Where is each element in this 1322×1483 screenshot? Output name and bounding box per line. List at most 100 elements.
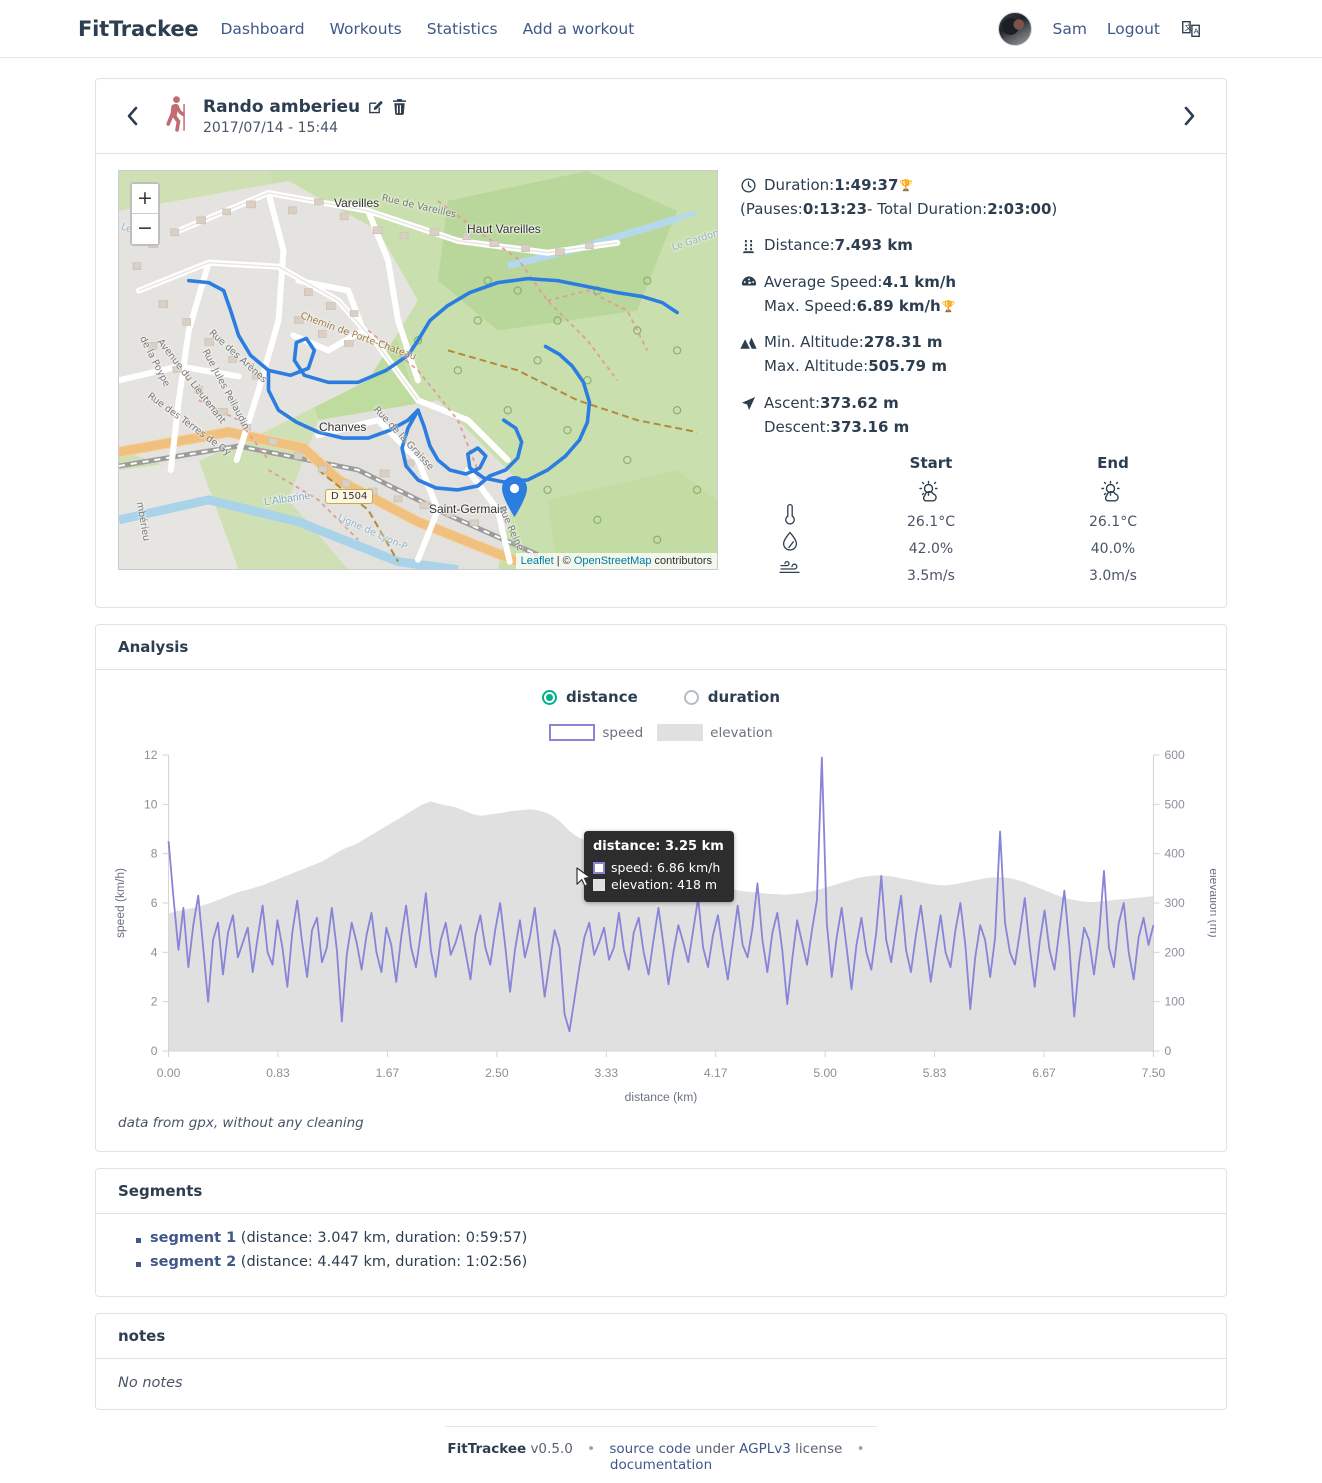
weather-end-wind: 3.0m/s: [1089, 567, 1137, 584]
sun-behind-cloud-icon-end: [1022, 476, 1204, 508]
svg-text:200: 200: [1165, 946, 1185, 960]
footer-version: v0.5.0: [526, 1441, 573, 1458]
page-content: Rando amberieu 2017/07/14 - 15:44 + − Va…: [0, 58, 1322, 1483]
legend-swatch-speed: [549, 724, 596, 742]
average-speed-label: Average Speed:: [764, 273, 883, 292]
workout-statistics: Duration: 1:49:37 🏆 (Pauses: 0:13:23 - T…: [718, 170, 1204, 589]
chart-plot-area[interactable]: 0 2 4 6 8 10 12 0 100 200 300 400 500 600 0.00 0.83 1.67…: [106, 747, 1216, 1107]
nav-link-workouts[interactable]: Workouts: [330, 20, 402, 38]
notes-header: notes: [96, 1314, 1226, 1360]
duration-label: Duration:: [764, 176, 835, 194]
nav-link-statistics[interactable]: Statistics: [427, 20, 498, 38]
top-navbar: FitTrackee Dashboard Workouts Statistics…: [0, 0, 1322, 58]
duration-row: Duration: 1:49:37 🏆: [740, 174, 1204, 198]
radio-duration-input[interactable]: [683, 689, 699, 705]
min-altitude-row: Min. Altitude: 278.31 m: [740, 331, 1204, 355]
total-duration-value: 2:03:00: [987, 199, 1052, 218]
list-item: segment 1 (distance: 3.047 km, duration:…: [136, 1230, 1204, 1246]
leaflet-link[interactable]: Leaflet: [521, 555, 554, 567]
workout-header: Rando amberieu 2017/07/14 - 15:44: [96, 79, 1226, 154]
footer-license-link[interactable]: AGPLv3: [739, 1441, 791, 1457]
workout-body: + − Vareilles Haut Vareilles Source du G…: [96, 154, 1226, 607]
svg-text:6: 6: [151, 896, 158, 910]
app-brand[interactable]: FitTrackee: [78, 17, 199, 41]
logout-link[interactable]: Logout: [1107, 20, 1160, 38]
nav-link-add-workout[interactable]: Add a workout: [523, 20, 635, 38]
weather-icon-column: [740, 452, 840, 589]
svg-text:5.00: 5.00: [813, 1066, 837, 1080]
navigation-arrow-icon: [740, 396, 757, 411]
workout-map[interactable]: + − Vareilles Haut Vareilles Source du G…: [118, 170, 718, 570]
total-duration-label: - Total Duration:: [867, 199, 988, 218]
svg-text:distance (km): distance (km): [625, 1090, 698, 1104]
osm-link[interactable]: OpenStreetMap: [574, 555, 652, 567]
trash-icon[interactable]: [392, 98, 407, 115]
segment-detail-2: (distance: 4.447 km, duration: 1:02:56): [236, 1254, 528, 1271]
chart-svg: 0 2 4 6 8 10 12 0 100 200 300 400 500 600 0.00 0.83 1.67…: [113, 748, 1216, 1104]
page-footer: FitTrackee v0.5.0 • source code under AG…: [445, 1426, 877, 1483]
analysis-card: Analysis distance duration speed elevati…: [95, 624, 1227, 1153]
legend-item-speed[interactable]: speed: [549, 724, 643, 742]
max-altitude-value: 505.79 m: [868, 357, 947, 376]
thermometer-icon: [740, 500, 840, 527]
svg-text:2: 2: [151, 995, 158, 1009]
radio-distance-input[interactable]: [541, 689, 557, 705]
analysis-header: Analysis: [96, 625, 1226, 671]
pauses-label: (Pauses:: [740, 199, 803, 218]
map-zoom-out-button[interactable]: −: [132, 214, 158, 244]
footer-source-code-link[interactable]: source code: [609, 1441, 691, 1457]
edit-icon[interactable]: [368, 99, 384, 115]
segments-header: Segments: [96, 1169, 1226, 1215]
weather-end-header: End: [1097, 454, 1129, 473]
legend-swatch-elevation: [657, 724, 704, 742]
mountains-icon: [740, 337, 757, 350]
footer-documentation-link[interactable]: documentation: [610, 1457, 712, 1473]
username-link[interactable]: Sam: [1052, 20, 1086, 38]
workout-title-block: Rando amberieu 2017/07/14 - 15:44: [203, 97, 407, 136]
previous-workout-button[interactable]: [118, 106, 147, 126]
tooltip-speed-row: speed: 6.86 km/h: [593, 859, 724, 877]
segment-link-2[interactable]: segment 2: [150, 1254, 236, 1270]
tooltip-elevation-value: elevation: 418 m: [611, 877, 718, 893]
next-workout-button[interactable]: [1175, 106, 1204, 126]
language-icon[interactable]: 文 A: [1180, 18, 1202, 40]
water-drop-icon: [740, 527, 840, 554]
pauses-row: (Pauses: 0:13:23 - Total Duration: 2:03:…: [740, 198, 1204, 222]
weather-end-temperature: 26.1°C: [1089, 513, 1137, 530]
notes-card: notes No notes: [95, 1313, 1227, 1411]
min-altitude-label: Min. Altitude:: [764, 333, 864, 352]
ascent-value: 373.62 m: [820, 393, 899, 412]
radio-duration[interactable]: duration: [683, 688, 780, 706]
tooltip-elevation-row: elevation: 418 m: [593, 876, 724, 894]
svg-text:3.33: 3.33: [595, 1066, 619, 1080]
svg-text:600: 600: [1165, 748, 1185, 762]
max-speed-value: 6.89 km/h: [856, 296, 941, 315]
attribution-tail: contributors: [651, 555, 712, 567]
svg-text:elevation (m): elevation (m): [1207, 869, 1216, 938]
map-zoom-in-button[interactable]: +: [132, 184, 158, 214]
tooltip-swatch-elevation: [593, 879, 605, 892]
svg-text:300: 300: [1165, 896, 1185, 910]
map-marker[interactable]: [502, 476, 527, 517]
max-altitude-row: Max. Altitude: 505.79 m: [740, 355, 1204, 379]
svg-text:0.83: 0.83: [266, 1066, 290, 1080]
speedometer-icon: [740, 275, 757, 290]
svg-text:A: A: [1194, 26, 1199, 35]
segment-link-1[interactable]: segment 1: [150, 1230, 236, 1246]
user-menu: Sam Logout 文 A: [998, 11, 1244, 46]
chart-tooltip: distance: 3.25 km speed: 6.86 km/h eleva…: [584, 831, 734, 903]
map-zoom-controls[interactable]: + −: [130, 182, 160, 246]
descent-value: 373.16 m: [830, 417, 910, 436]
max-speed-label: Max. Speed:: [764, 296, 857, 315]
svg-text:2.50: 2.50: [485, 1066, 509, 1080]
svg-text:4.17: 4.17: [704, 1066, 728, 1080]
distance-group: Distance: 7.493 km: [740, 234, 1204, 258]
radio-distance[interactable]: distance: [541, 688, 638, 706]
weather-end-humidity: 40.0%: [1090, 540, 1136, 557]
descent-label: Descent:: [764, 417, 831, 436]
duration-group: Duration: 1:49:37 🏆 (Pauses: 0:13:23 - T…: [740, 174, 1204, 221]
ascent-descent-group: Ascent: 373.62 m Descent: 373.16 m: [740, 392, 1204, 439]
legend-item-elevation[interactable]: elevation: [657, 724, 773, 742]
nav-link-dashboard[interactable]: Dashboard: [220, 20, 304, 38]
avatar[interactable]: [998, 11, 1033, 46]
